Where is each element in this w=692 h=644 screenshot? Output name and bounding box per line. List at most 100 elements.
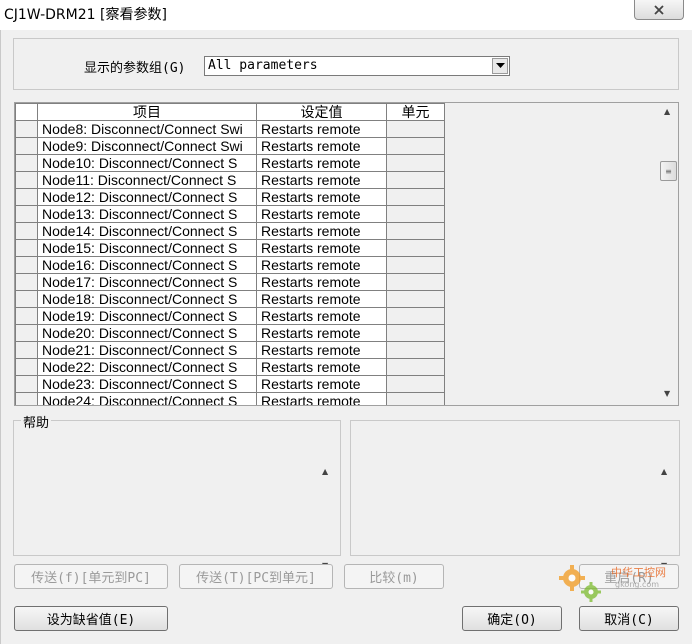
row-header-cell[interactable] [15, 205, 38, 223]
table-row[interactable]: Node9: Disconnect/Connect Swi Restarts re… [15, 137, 445, 155]
unit-cell [386, 375, 445, 393]
item-cell[interactable]: Node11: Disconnect/Connect S [37, 171, 257, 189]
column-header-unit[interactable]: 单元 [386, 103, 445, 121]
value-cell[interactable]: Restarts remote [256, 341, 387, 359]
row-header-cell[interactable] [15, 341, 38, 359]
unit-cell [386, 239, 445, 257]
row-header-corner [15, 103, 38, 121]
row-header-cell[interactable] [15, 375, 38, 393]
scroll-down-icon[interactable]: ▼ [664, 389, 670, 398]
unit-cell [386, 120, 445, 138]
item-cell[interactable]: Node10: Disconnect/Connect S [37, 154, 257, 172]
row-header-cell[interactable] [15, 256, 38, 274]
table-row[interactable]: Node24: Disconnect/Connect S Restarts rem… [15, 392, 445, 405]
value-cell[interactable]: Restarts remote [256, 324, 387, 342]
watermark-text: 中华工控网 [611, 565, 666, 579]
value-cell[interactable]: Restarts remote [256, 273, 387, 291]
value-cell[interactable]: Restarts remote [256, 188, 387, 206]
row-header-cell[interactable] [15, 239, 38, 257]
item-cell[interactable]: Node13: Disconnect/Connect S [37, 205, 257, 223]
value-cell[interactable]: Restarts remote [256, 120, 387, 138]
value-cell[interactable]: Restarts remote [256, 290, 387, 308]
vertical-scrollbar[interactable]: ▲ ≡ ▼ [660, 103, 678, 405]
item-cell[interactable]: Node22: Disconnect/Connect S [37, 358, 257, 376]
row-header-cell[interactable] [15, 358, 38, 376]
item-cell[interactable]: Node23: Disconnect/Connect S [37, 375, 257, 393]
item-cell[interactable]: Node18: Disconnect/Connect S [37, 290, 257, 308]
param-group-panel: 显示的参数组(G) All parameters [13, 38, 679, 90]
item-cell[interactable]: Node19: Disconnect/Connect S [37, 307, 257, 325]
value-cell[interactable]: Restarts remote [256, 256, 387, 274]
row-header-cell[interactable] [15, 188, 38, 206]
window-title: CJ1W-DRM21 [察看参数] [4, 7, 167, 23]
value-cell[interactable]: Restarts remote [256, 239, 387, 257]
column-header-value[interactable]: 设定值 [256, 103, 387, 121]
item-cell[interactable]: Node9: Disconnect/Connect Swi [37, 137, 257, 155]
param-group-label: 显示的参数组(G) [84, 61, 186, 76]
compare-button[interactable]: 比较(m) [344, 564, 444, 589]
row-header-cell[interactable] [15, 137, 38, 155]
row-header-cell[interactable] [15, 290, 38, 308]
table-row[interactable]: Node8: Disconnect/Connect Swi Restarts re… [15, 120, 445, 138]
table-row[interactable]: Node23: Disconnect/Connect S Restarts rem… [15, 375, 445, 393]
row-header-cell[interactable] [15, 307, 38, 325]
value-cell[interactable]: Restarts remote [256, 154, 387, 172]
table-row[interactable]: Node20: Disconnect/Connect S Restarts rem… [15, 324, 445, 342]
table-row[interactable]: Node11: Disconnect/Connect S Restarts rem… [15, 171, 445, 189]
row-header-cell[interactable] [15, 273, 38, 291]
unit-cell [386, 392, 445, 405]
transfer-unit-to-pc-button[interactable]: 传送(f)[单元到PC] [14, 564, 168, 589]
value-cell[interactable]: Restarts remote [256, 307, 387, 325]
item-cell[interactable]: Node8: Disconnect/Connect Swi [37, 120, 257, 138]
unit-cell [386, 222, 445, 240]
table-row[interactable]: Node15: Disconnect/Connect S Restarts rem… [15, 239, 445, 257]
scrollbar-thumb[interactable]: ≡ [660, 161, 677, 181]
row-header-cell[interactable] [15, 324, 38, 342]
item-cell[interactable]: Node21: Disconnect/Connect S [37, 341, 257, 359]
value-cell[interactable]: Restarts remote [256, 205, 387, 223]
help-panel-left: ▲ ▼ [13, 420, 341, 570]
row-header-cell[interactable] [15, 392, 38, 405]
scroll-up-icon[interactable]: ▲ [661, 467, 667, 476]
param-group-select[interactable]: All parameters [204, 56, 510, 76]
ok-button[interactable]: 确定(O) [462, 606, 562, 631]
row-header-cell[interactable] [15, 154, 38, 172]
transfer-pc-to-unit-button[interactable]: 传送(T)[PC到单元] [179, 564, 333, 589]
item-cell[interactable]: Node15: Disconnect/Connect S [37, 239, 257, 257]
scroll-up-icon[interactable]: ▲ [664, 107, 670, 116]
table-row[interactable]: Node14: Disconnect/Connect S Restarts rem… [15, 222, 445, 240]
item-cell[interactable]: Node24: Disconnect/Connect S [37, 392, 257, 405]
table-row[interactable]: Node19: Disconnect/Connect S Restarts rem… [15, 307, 445, 325]
value-cell[interactable]: Restarts remote [256, 392, 387, 405]
column-header-item[interactable]: 项目 [37, 103, 257, 121]
value-cell[interactable]: Restarts remote [256, 137, 387, 155]
table-row[interactable]: Node21: Disconnect/Connect S Restarts rem… [15, 341, 445, 359]
value-cell[interactable]: Restarts remote [256, 171, 387, 189]
table-row[interactable]: Node10: Disconnect/Connect S Restarts rem… [15, 154, 445, 172]
close-button[interactable] [634, 0, 684, 20]
item-cell[interactable]: Node16: Disconnect/Connect S [37, 256, 257, 274]
value-cell[interactable]: Restarts remote [256, 358, 387, 376]
table-row[interactable]: Node13: Disconnect/Connect S Restarts rem… [15, 205, 445, 223]
item-cell[interactable]: Node20: Disconnect/Connect S [37, 324, 257, 342]
chevron-down-icon[interactable] [492, 58, 508, 74]
table-row[interactable]: Node16: Disconnect/Connect S Restarts rem… [15, 256, 445, 274]
item-cell[interactable]: Node17: Disconnect/Connect S [37, 273, 257, 291]
scroll-up-icon[interactable]: ▲ [322, 467, 328, 476]
table-row[interactable]: Node22: Disconnect/Connect S Restarts rem… [15, 358, 445, 376]
unit-cell [386, 137, 445, 155]
table-row[interactable]: Node12: Disconnect/Connect S Restarts rem… [15, 188, 445, 206]
item-cell[interactable]: Node12: Disconnect/Connect S [37, 188, 257, 206]
table-row[interactable]: Node17: Disconnect/Connect S Restarts rem… [15, 273, 445, 291]
table-row[interactable]: Node18: Disconnect/Connect S Restarts rem… [15, 290, 445, 308]
value-cell[interactable]: Restarts remote [256, 375, 387, 393]
value-cell[interactable]: Restarts remote [256, 222, 387, 240]
row-header-cell[interactable] [15, 120, 38, 138]
set-default-button[interactable]: 设为缺省值(E) [14, 606, 168, 631]
help-label: 帮助 [21, 412, 52, 431]
item-cell[interactable]: Node14: Disconnect/Connect S [37, 222, 257, 240]
close-icon [654, 4, 664, 15]
unit-cell [386, 171, 445, 189]
row-header-cell[interactable] [15, 171, 38, 189]
row-header-cell[interactable] [15, 222, 38, 240]
